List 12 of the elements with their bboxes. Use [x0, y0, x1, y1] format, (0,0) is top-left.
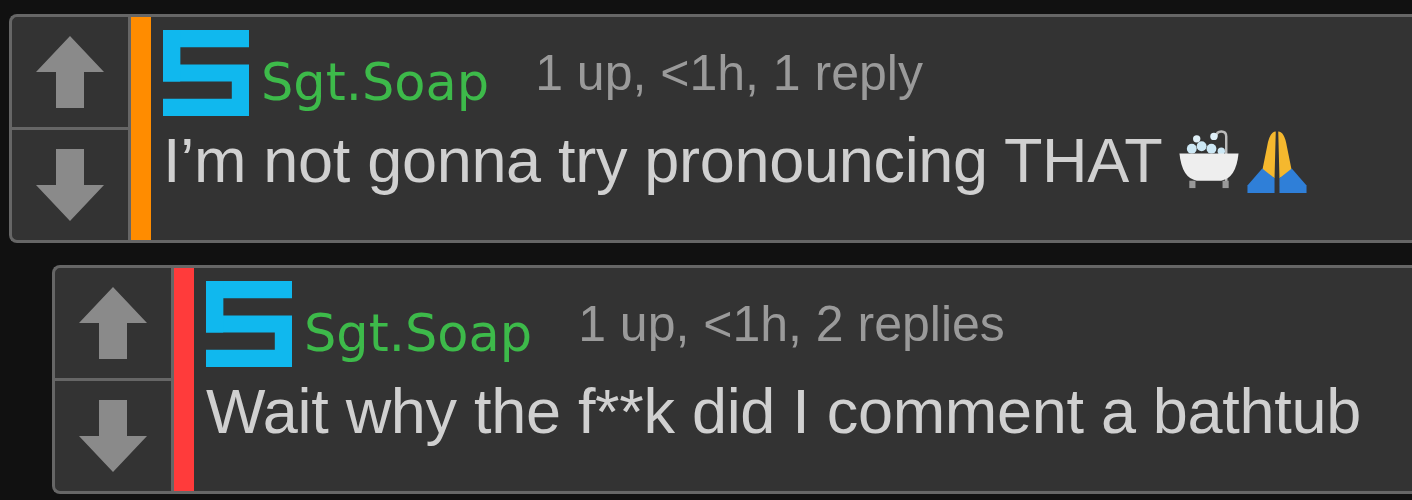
- username[interactable]: Sgt.Soap: [261, 57, 490, 116]
- comment-text: I’m not gonna try pronouncing THAT: [163, 126, 1163, 196]
- down-arrow-icon: [79, 400, 147, 472]
- logo-icon: [206, 281, 292, 367]
- logo-icon: [163, 30, 249, 116]
- username[interactable]: Sgt.Soap: [304, 308, 533, 367]
- up-arrow-icon: [79, 287, 147, 359]
- down-arrow-icon: [36, 149, 104, 221]
- up-arrow-icon: [36, 36, 104, 108]
- comment-meta: 1 up, <1h, 2 replies: [578, 299, 1005, 354]
- comment-meta: 1 up, <1h, 1 reply: [535, 48, 923, 103]
- comment-text: Wait why the f**k did I comment a bathtub: [206, 377, 1361, 447]
